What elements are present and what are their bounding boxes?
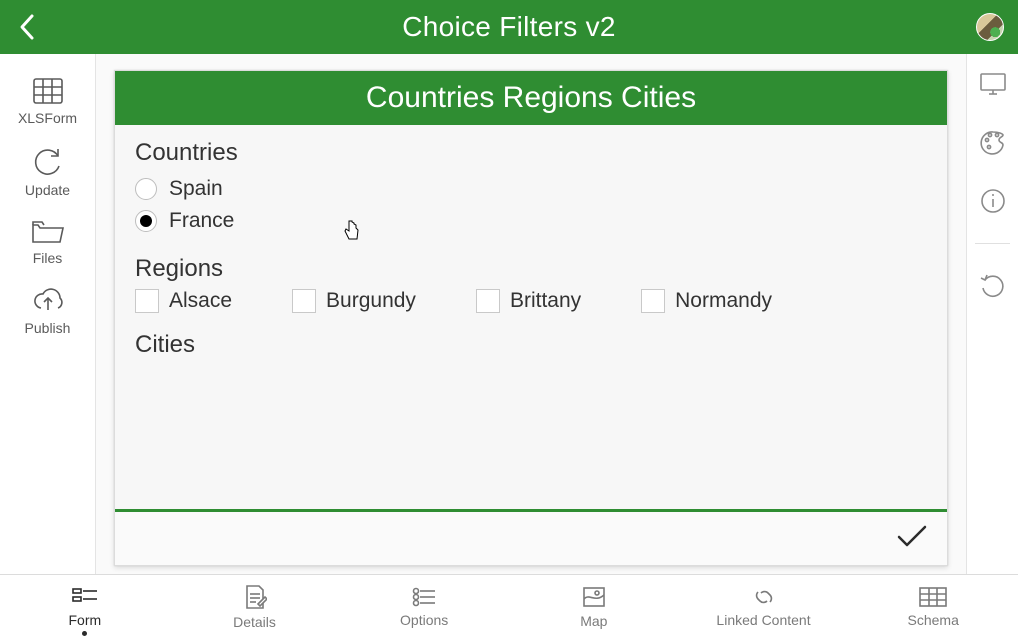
left-rail-update[interactable]: Update [6,136,90,204]
table-icon [918,586,948,608]
left-rail-label: Files [33,250,63,266]
form-icon [71,586,99,608]
user-avatar[interactable] [976,13,1004,41]
theme-button[interactable] [979,129,1007,160]
cities-label: Cities [135,331,927,359]
palette-icon [979,129,1007,155]
left-rail-label: Update [25,182,70,198]
tab-map[interactable]: Map [509,575,679,638]
folder-icon [30,218,66,246]
monitor-icon [979,72,1007,96]
left-rail-label: XLSForm [18,110,77,126]
undo-icon [979,272,1007,300]
radio-icon [135,178,157,200]
region-option-normandy[interactable]: Normandy [641,289,772,313]
form-card: Countries Regions Cities Countries Spain… [114,70,948,566]
tab-label: Linked Content [716,612,810,628]
bottom-tabs: Form Details Options Map Linked Conten [0,574,1018,638]
tab-label: Map [580,613,607,629]
info-button[interactable] [980,188,1006,219]
undo-button[interactable] [979,272,1007,305]
link-icon [750,586,778,608]
tab-details[interactable]: Details [170,575,340,638]
back-button[interactable] [18,0,38,54]
option-label: Spain [169,177,223,201]
tab-form[interactable]: Form [0,575,170,638]
app-header: Choice Filters v2 [0,0,1018,54]
app-title: Choice Filters v2 [402,11,616,43]
form-title: Countries Regions Cities [115,71,947,125]
sliders-icon [411,586,437,608]
info-icon [980,188,1006,214]
left-rail-files[interactable]: Files [6,208,90,272]
left-rail: XLSForm Update Files Publish [0,54,96,574]
tab-options[interactable]: Options [339,575,509,638]
map-icon [581,585,607,609]
preview-button[interactable] [979,72,1007,101]
countries-label: Countries [135,139,927,167]
tab-label: Form [69,612,102,628]
region-option-burgundy[interactable]: Burgundy [292,289,416,313]
option-label: France [169,209,234,233]
checkbox-icon [292,289,316,313]
country-option-france[interactable]: France [135,205,927,237]
document-icon [243,584,267,610]
option-label: Alsace [169,289,232,313]
submit-button[interactable] [895,522,929,555]
right-rail [966,54,1018,574]
checkbox-icon [641,289,665,313]
grid-icon [31,76,65,106]
country-option-spain[interactable]: Spain [135,173,927,205]
left-rail-label: Publish [25,320,71,336]
refresh-icon [32,146,64,178]
tab-label: Details [233,614,276,630]
region-option-alsace[interactable]: Alsace [135,289,232,313]
left-rail-xlsform[interactable]: XLSForm [6,66,90,132]
option-label: Burgundy [326,289,416,313]
left-rail-publish[interactable]: Publish [6,276,90,342]
tab-schema[interactable]: Schema [848,575,1018,638]
checkbox-icon [476,289,500,313]
region-option-brittany[interactable]: Brittany [476,289,581,313]
option-label: Normandy [675,289,772,313]
tab-label: Options [400,612,448,628]
radio-icon [135,210,157,232]
divider [975,243,1011,244]
regions-label: Regions [135,255,927,283]
tab-linked-content[interactable]: Linked Content [679,575,849,638]
tab-label: Schema [908,612,959,628]
checkbox-icon [135,289,159,313]
cloud-upload-icon [31,286,65,316]
option-label: Brittany [510,289,581,313]
